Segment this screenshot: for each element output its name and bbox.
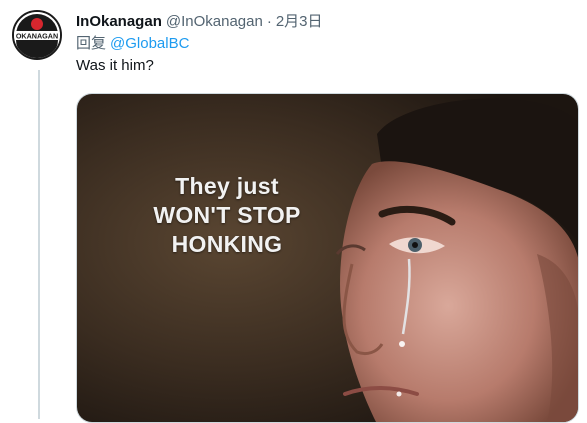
tweet-text: Was it him? <box>76 57 154 74</box>
meme-caption: They just WON'T STOP HONKING <box>77 172 377 259</box>
avatar[interactable]: OKANAGAN <box>12 10 62 60</box>
author-handle[interactable]: @InOkanagan <box>166 12 263 32</box>
avatar-wordmark: OKANAGAN <box>16 32 58 41</box>
tweet-timestamp[interactable]: 2月3日 <box>276 12 323 32</box>
separator-dot: · <box>266 13 272 30</box>
meme-caption-line: HONKING <box>171 231 283 257</box>
tweet-header: InOkanagan @InOkanagan · 2月3日 <box>76 12 577 32</box>
meme-caption-line: WON'T STOP <box>153 202 301 228</box>
tweet-content: InOkanagan @InOkanagan · 2月3日 回复 @GlobalB… <box>76 12 577 76</box>
replying-to-line: 回复 @GlobalBC <box>76 34 577 54</box>
thread-connector-line <box>38 70 40 419</box>
reply-mention-link[interactable]: @GlobalBC <box>110 35 189 52</box>
tweet-media-image[interactable]: They just WON'T STOP HONKING <box>76 93 579 423</box>
okanagan-logo-icon: OKANAGAN <box>14 12 60 58</box>
reply-label: 回复 <box>76 35 107 52</box>
author-display-name[interactable]: InOkanagan <box>76 12 162 32</box>
meme-caption-line: They just <box>175 173 279 199</box>
